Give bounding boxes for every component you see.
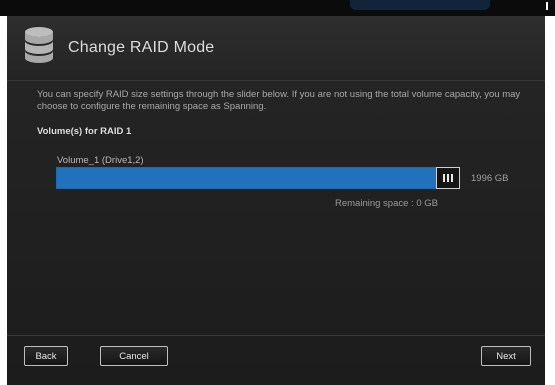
volume-size: 1996 GB (471, 173, 509, 184)
slider-handle[interactable] (436, 167, 460, 189)
footer-divider (7, 335, 545, 336)
database-icon (25, 27, 53, 63)
top-bar (0, 0, 555, 16)
next-button[interactable]: Next (481, 346, 531, 366)
dialog-title: Change RAID Mode (68, 39, 215, 56)
top-bar-highlight (350, 0, 490, 10)
raid-size-slider[interactable] (56, 167, 458, 189)
back-button[interactable]: Back (24, 346, 68, 366)
dialog-header: Change RAID Mode (7, 16, 545, 81)
section-title: Volume(s) for RAID 1 (37, 126, 132, 137)
slider-fill (57, 168, 457, 188)
top-bar-mark (546, 2, 548, 10)
cancel-button[interactable]: Cancel (100, 346, 168, 366)
slider-grip-icon (443, 174, 453, 182)
remaining-space: Remaining space : 0 GB (335, 198, 438, 209)
change-raid-dialog: Change RAID Mode You can specify RAID si… (7, 16, 545, 385)
volume-label: Volume_1 (Drive1,2) (57, 155, 144, 166)
dialog-description: You can specify RAID size settings throu… (37, 89, 521, 112)
